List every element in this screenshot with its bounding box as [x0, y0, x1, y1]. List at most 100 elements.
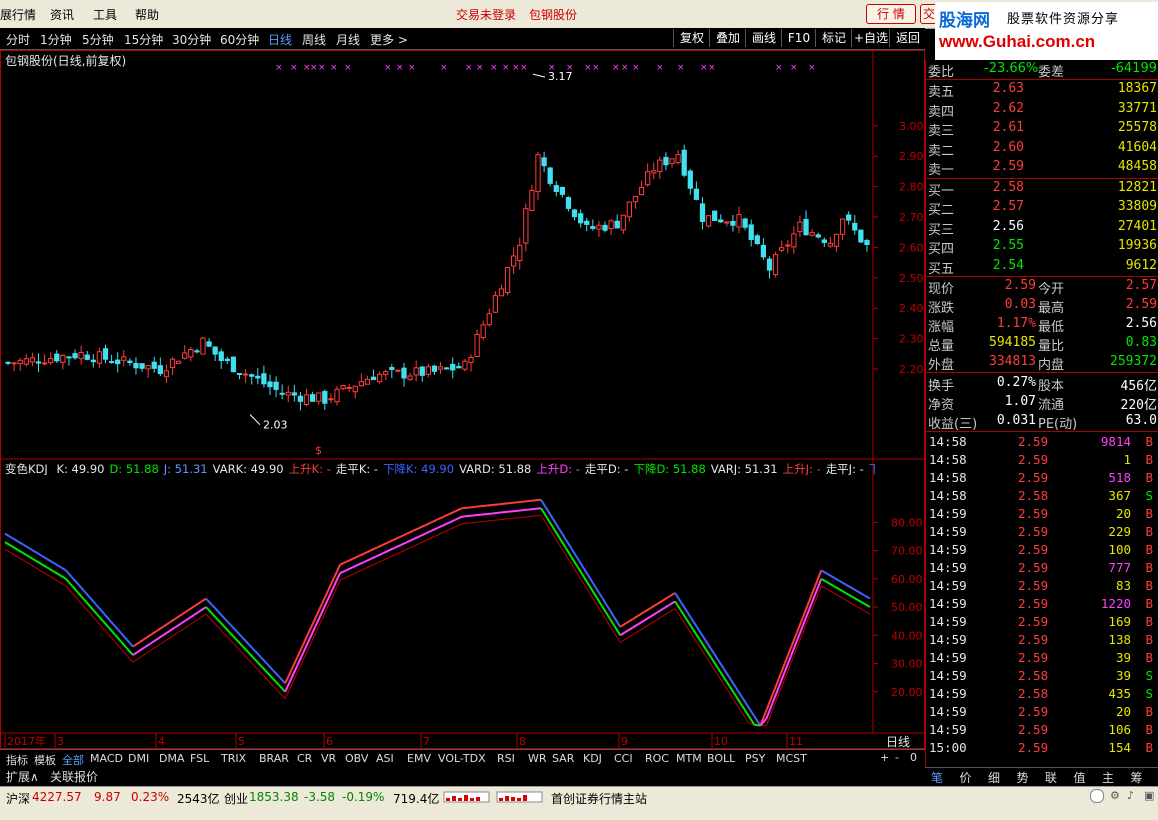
kdj-d-line — [626, 634, 633, 640]
time-tick-label: 11 — [789, 735, 803, 748]
kdj-d-line — [339, 576, 347, 581]
period-tab-5min[interactable]: 5分钟 — [82, 31, 114, 48]
indicator-value: J: 51.31 — [163, 462, 208, 475]
candle — [803, 218, 809, 236]
guhai-logo: 股海网 股票软件资源分享 www.Guhai.com.cn — [935, 2, 1158, 60]
kdj-j-line — [516, 500, 523, 504]
period-tab-daily[interactable]: 日线 — [268, 31, 292, 48]
indicator-tab[interactable]: KDJ — [583, 752, 602, 765]
quote-tab[interactable]: 值 — [1074, 769, 1086, 786]
kdj-j-line — [181, 609, 189, 616]
related-quotes-tab[interactable]: 关联报价 — [50, 768, 98, 785]
kdj-j-line — [175, 613, 183, 620]
settings-icon[interactable]: ⚙ — [1110, 789, 1120, 802]
indicator-value: 走平J: - — [825, 462, 864, 475]
kdj-k-line — [199, 606, 207, 612]
zoom-out-icon[interactable]: - — [895, 751, 899, 764]
indicator-tab[interactable]: MTM — [676, 752, 702, 765]
trade-login-status[interactable]: 交易未登录 — [456, 6, 516, 23]
lock-icon[interactable]: ▣ — [1144, 789, 1154, 802]
tick-volume: 20 — [1115, 506, 1131, 521]
adjust-button[interactable]: 复权 — [673, 29, 710, 47]
quote-tab[interactable]: 筹 — [1131, 769, 1143, 786]
indicator-tab[interactable]: DMA — [159, 752, 185, 765]
kdj-d-line — [510, 517, 517, 520]
indicator-tab[interactable]: CR — [297, 752, 312, 765]
menu-item-tools[interactable]: 工具 — [93, 6, 117, 23]
candle — [602, 224, 608, 231]
kdj-j-line — [156, 625, 164, 632]
sound-icon[interactable]: ♪ — [1127, 789, 1134, 802]
indicator-tab[interactable]: ROC — [645, 752, 669, 765]
add-watchlist-button[interactable]: +自选 — [851, 29, 890, 47]
indicator-tab[interactable]: RSI — [497, 752, 515, 765]
menu-item-market[interactable]: 展行情 — [0, 6, 36, 23]
period-tab-weekly[interactable]: 周线 — [302, 31, 326, 48]
period-tab-more[interactable]: 更多 > — [370, 31, 408, 48]
indicator-tab[interactable]: BRAR — [259, 752, 289, 765]
draw-line-button[interactable]: 画线 — [745, 29, 782, 47]
quote-tab[interactable]: 笔 — [931, 769, 943, 786]
chinext-label: 创业 — [224, 792, 249, 806]
zero-icon[interactable]: 0 — [910, 751, 917, 764]
expand-tab[interactable]: 扩展∧ — [6, 768, 39, 785]
menu-item-news[interactable]: 资讯 — [50, 6, 74, 23]
indicator-tab[interactable]: BOLL — [707, 752, 735, 765]
tick-volume: 83 — [1115, 578, 1131, 593]
weicha-label: 委差 — [1038, 65, 1065, 80]
chart-area[interactable]: 3.172.03× × × × × × × × × × × × × × × × × × × × × × × × × × × × × × ×$… — [0, 50, 925, 749]
tick-price: 2.59 — [1018, 596, 1049, 611]
indicator-tab[interactable]: VR — [321, 752, 336, 765]
quote-tab[interactable]: 价 — [960, 769, 972, 786]
indicator-tab[interactable]: OBV — [345, 752, 368, 765]
buy-price: 2.58 — [992, 179, 1024, 195]
zoom-in-icon[interactable]: + — [880, 751, 889, 764]
kdj-j-line — [223, 617, 232, 626]
mark-button[interactable]: 标记 — [815, 29, 852, 47]
buy-level-label: 买三 — [928, 222, 955, 238]
globe-icon[interactable] — [1090, 789, 1104, 803]
period-tab-60min[interactable]: 60分钟 — [220, 31, 259, 48]
price-tick-label: 2.40 — [899, 302, 924, 315]
period-tab-15min[interactable]: 15分钟 — [124, 31, 163, 48]
indicator-tab[interactable]: PSY — [745, 752, 765, 765]
period-tab-30min[interactable]: 30分钟 — [172, 31, 211, 48]
indicator-tab[interactable]: DMI — [128, 752, 149, 765]
quote-button[interactable]: 行 情 — [866, 4, 916, 24]
indicator-tab[interactable]: FSL — [190, 752, 209, 765]
kdj-k-line — [138, 646, 146, 652]
candle — [157, 365, 163, 375]
kdj-d-line — [504, 518, 511, 520]
indicator-tab[interactable]: CCI — [614, 752, 633, 765]
tick-time: 14:59 — [929, 614, 967, 629]
indicator-tab[interactable]: TRIX — [221, 752, 246, 765]
indicator-tab[interactable]: EMV — [407, 752, 431, 765]
signal-marker: × — [502, 63, 510, 73]
tick-time: 14:59 — [929, 704, 967, 719]
quote-tab[interactable]: 势 — [1017, 769, 1029, 786]
indicator-tab[interactable]: MACD — [90, 752, 123, 765]
f10-button[interactable]: F10 — [781, 29, 816, 47]
indicator-tab[interactable]: SAR — [552, 752, 574, 765]
candle — [425, 366, 431, 375]
quote-tab[interactable]: 联 — [1045, 769, 1057, 786]
back-button[interactable]: 返回 — [889, 29, 926, 47]
kdj-j-line — [473, 505, 481, 508]
time-tick-label: 4 — [158, 735, 165, 748]
kdj-k-line — [863, 602, 871, 608]
indicator-tab[interactable]: VOL-TDX — [438, 752, 486, 765]
period-tab-fenshi[interactable]: 分时 — [6, 31, 30, 48]
kdj-j-line — [229, 623, 238, 632]
indicator-tab[interactable]: ASI — [376, 752, 394, 765]
period-tab-1min[interactable]: 1分钟 — [40, 31, 72, 48]
server-name[interactable]: 首创证券行情主站 — [551, 790, 647, 807]
kdj-d-line — [169, 633, 176, 639]
period-tab-monthly[interactable]: 月线 — [336, 31, 360, 48]
quote-tab[interactable]: 细 — [988, 769, 1000, 786]
overlay-button[interactable]: 叠加 — [709, 29, 746, 47]
indicator-tab[interactable]: MCST — [776, 752, 807, 765]
menu-item-help[interactable]: 帮助 — [135, 6, 159, 23]
quote-tab[interactable]: 主 — [1102, 769, 1114, 786]
info-value: 0.03 — [1004, 297, 1036, 312]
indicator-tab[interactable]: WR — [528, 752, 547, 765]
